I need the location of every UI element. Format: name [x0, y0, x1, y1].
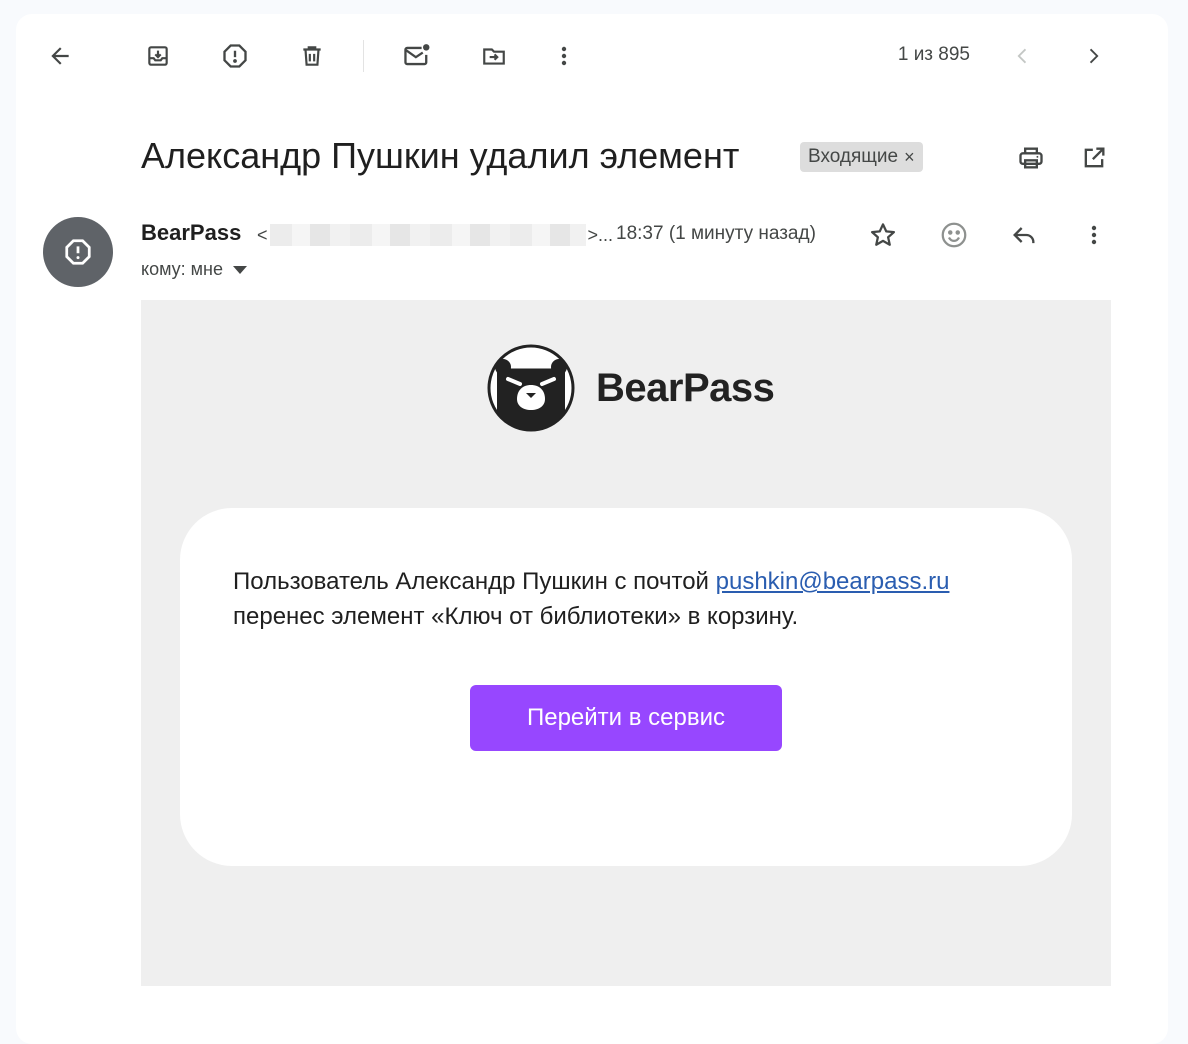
go-to-service-button[interactable]: Перейти в сервис: [470, 685, 782, 751]
chevron-left-icon[interactable]: [1003, 36, 1043, 76]
report-spam-icon[interactable]: [215, 36, 255, 76]
sender-avatar: [43, 217, 113, 287]
trash-icon[interactable]: [292, 36, 332, 76]
email-time: 18:37 (1 минуту назад): [616, 223, 816, 244]
move-to-icon[interactable]: [474, 36, 514, 76]
message-line-1: Пользователь Александр Пушкин с почтой: [233, 568, 716, 595]
toolbar-divider: [363, 40, 364, 72]
notification-message: Пользователь Александр Пушкин с почтой p…: [233, 564, 1013, 634]
open-in-new-window-icon[interactable]: [1074, 138, 1114, 178]
star-icon[interactable]: [863, 215, 903, 255]
redacted-email-blur: [269, 224, 586, 246]
sender-name: BearPass: [141, 220, 242, 245]
user-email-link[interactable]: pushkin@bearpass.ru: [716, 568, 950, 595]
email-subject: Александр Пушкин удалил элемент: [141, 135, 740, 176]
notification-card: Пользователь Александр Пушкин с почтой p…: [180, 508, 1072, 866]
email-body: BearPass Пользователь Александр Пушкин с…: [141, 300, 1111, 986]
caret-down-icon: [233, 265, 247, 274]
sender-email-open: <: [257, 224, 268, 245]
more-vert-icon[interactable]: [544, 36, 584, 76]
emoji-reaction-icon[interactable]: [934, 215, 974, 255]
reply-icon[interactable]: [1004, 215, 1044, 255]
print-icon[interactable]: [1011, 138, 1051, 178]
sender-email: < >...: [257, 224, 613, 246]
label-text: Входящие: [808, 146, 899, 167]
bear-logo-icon: [487, 344, 575, 432]
sender-email-close: >...: [587, 224, 614, 245]
recipient-label: кому: мне: [141, 259, 223, 279]
remove-label-button[interactable]: ×: [904, 147, 915, 168]
message-more-vert-icon[interactable]: [1074, 215, 1114, 255]
inbox-label-chip[interactable]: Входящие ×: [800, 142, 923, 172]
back-arrow-icon[interactable]: [40, 36, 80, 76]
brand-name: BearPass: [596, 365, 775, 410]
archive-icon[interactable]: [138, 36, 178, 76]
message-line-2: перенес элемент «Ключ от библиотеки» в к…: [233, 603, 799, 630]
mark-unread-icon[interactable]: [397, 36, 437, 76]
chevron-right-icon[interactable]: [1073, 36, 1113, 76]
message-counter: 1 из 895: [897, 44, 970, 65]
bearpass-logo: BearPass: [486, 343, 775, 433]
recipient-dropdown[interactable]: кому: мне: [141, 259, 247, 280]
alert-octagon-icon: [65, 239, 91, 265]
